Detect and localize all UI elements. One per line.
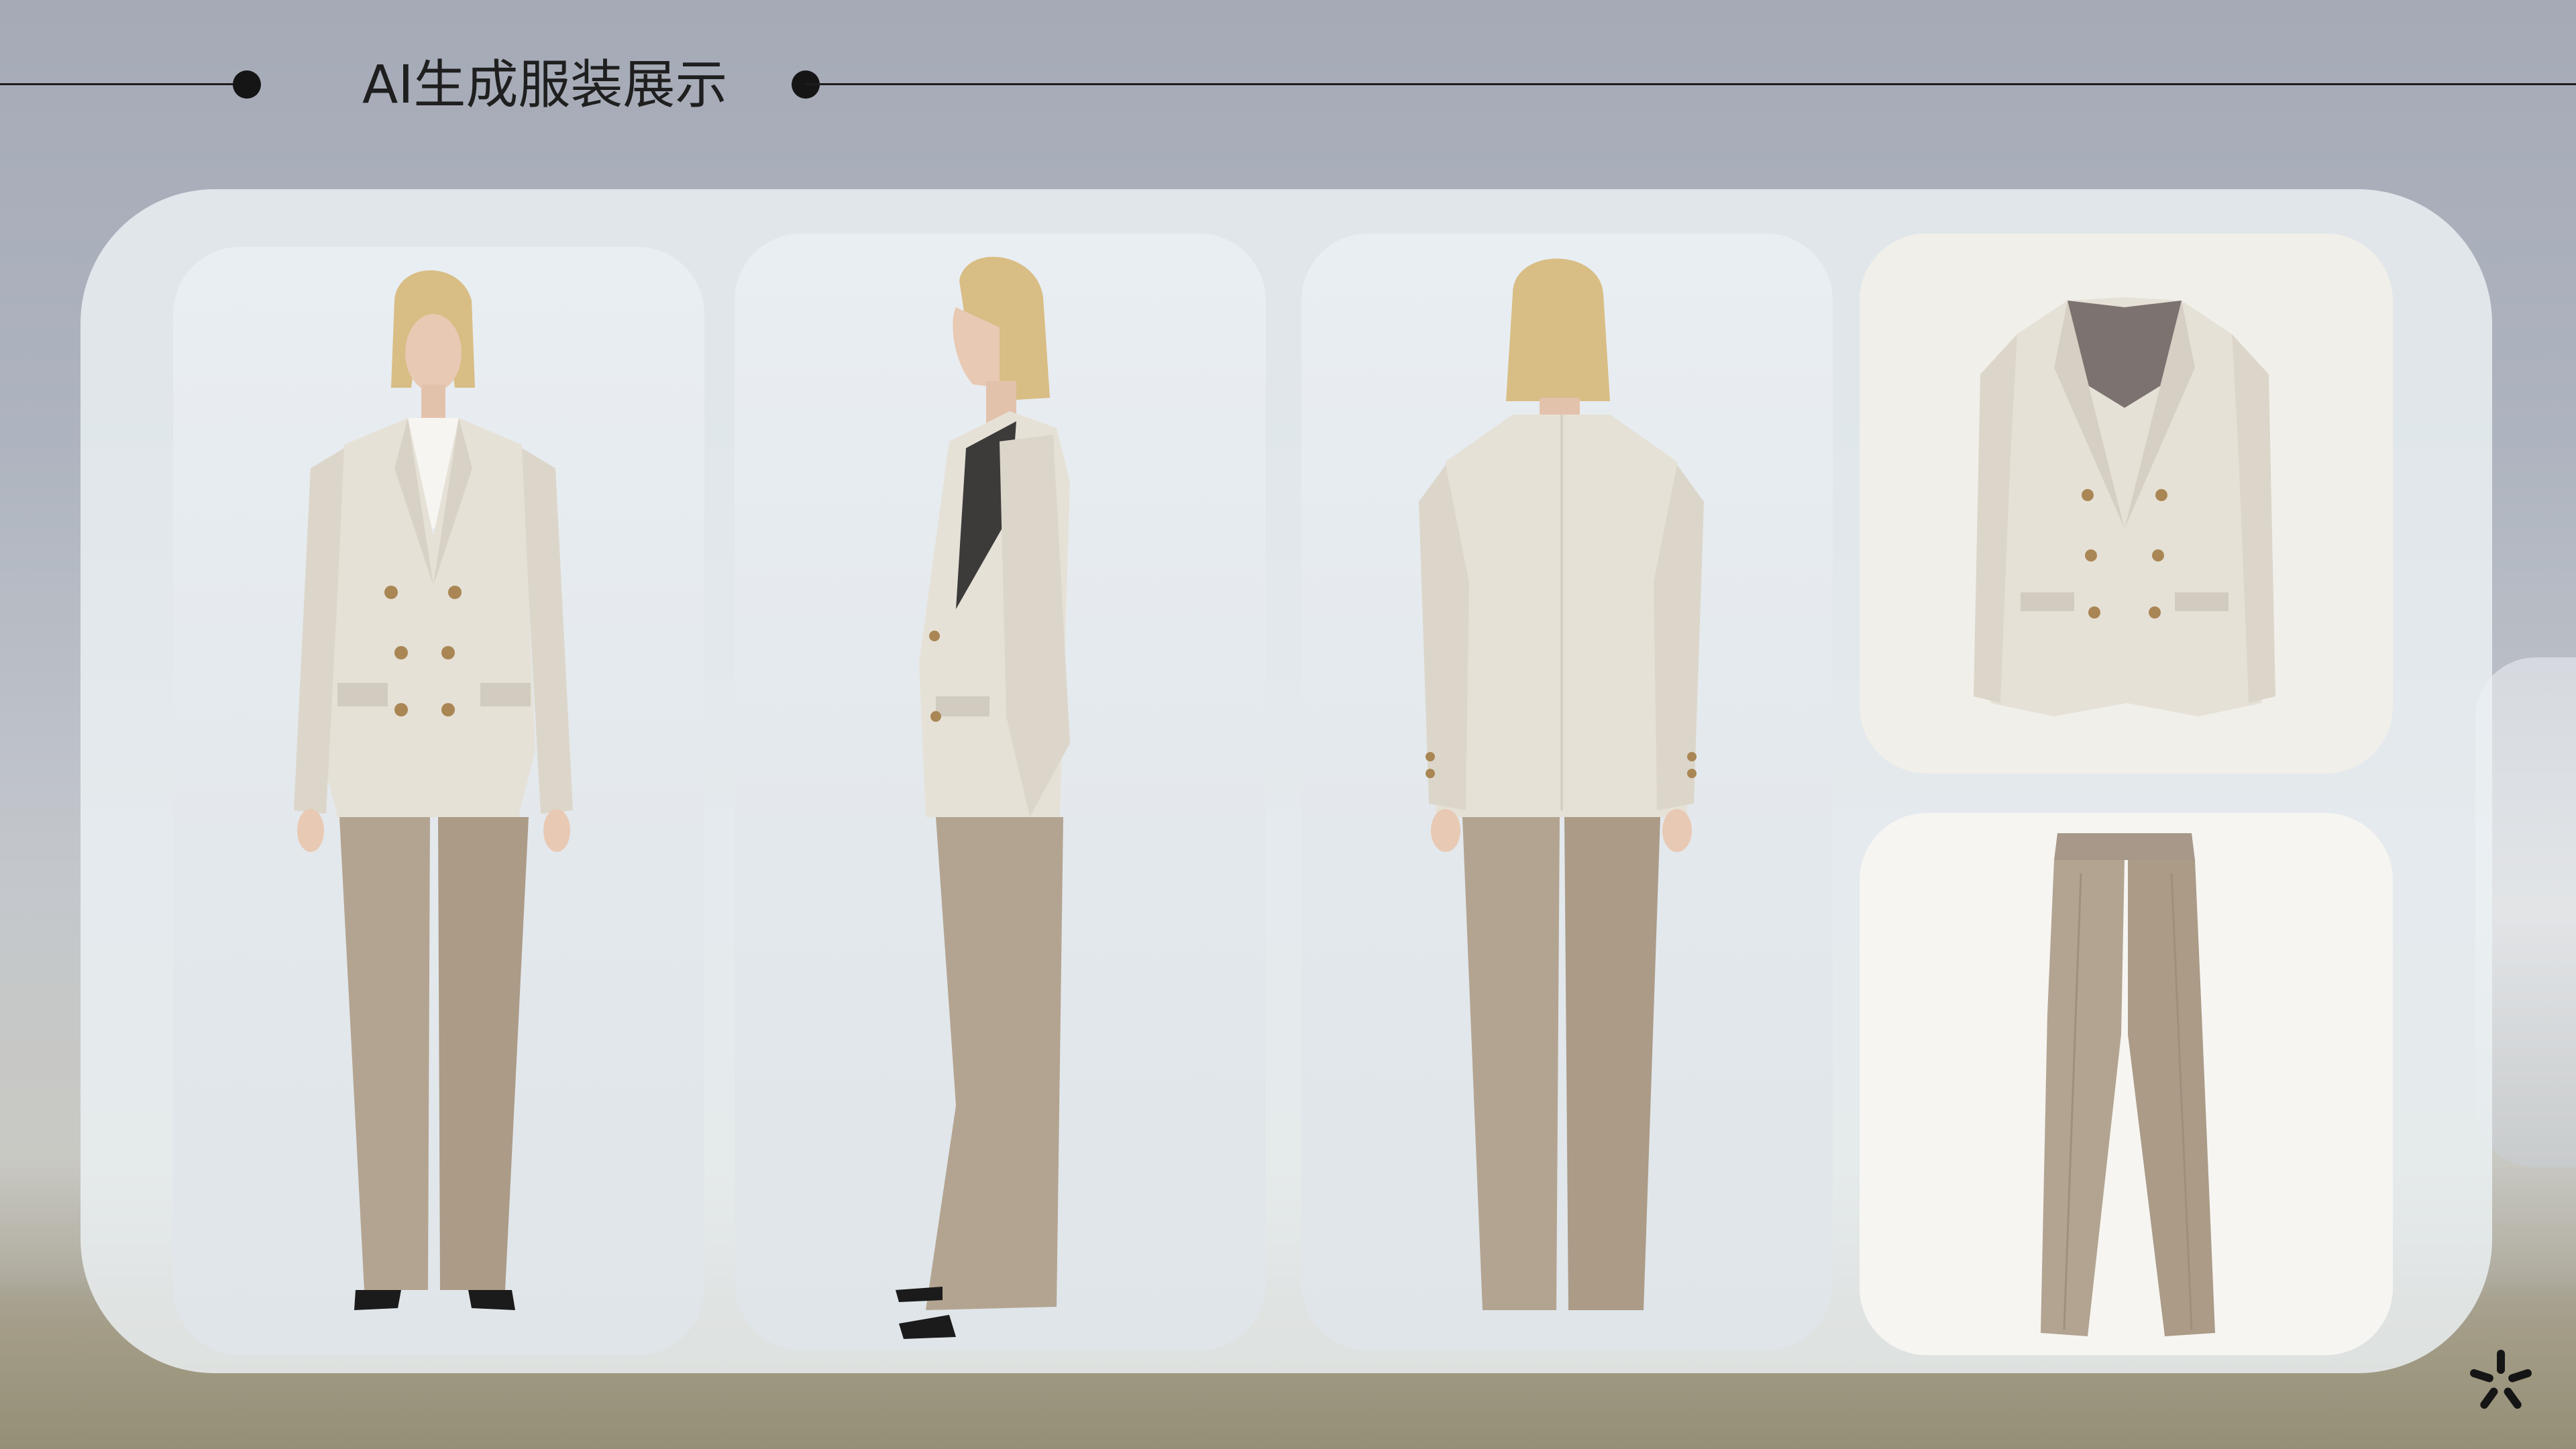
back-view-image: [1419, 258, 1704, 1310]
trousers-product-card: [1860, 813, 2393, 1355]
decorative-dot-icon: [233, 70, 261, 99]
sparkle-logo-icon: [2470, 1350, 2532, 1409]
front-view-card: [173, 247, 704, 1355]
side-view-card: [735, 233, 1266, 1350]
header-line-right: [805, 83, 2576, 85]
jacket-product-image: [1974, 297, 2275, 716]
trousers-product-image: [2041, 833, 2215, 1336]
page-title: AI生成服装展示: [362, 55, 728, 115]
header-line-left: [0, 83, 247, 85]
back-view-card: [1301, 233, 1833, 1350]
front-view-image: [294, 270, 573, 1310]
jacket-product-card: [1860, 233, 2393, 773]
side-view-image: [896, 256, 1070, 1339]
